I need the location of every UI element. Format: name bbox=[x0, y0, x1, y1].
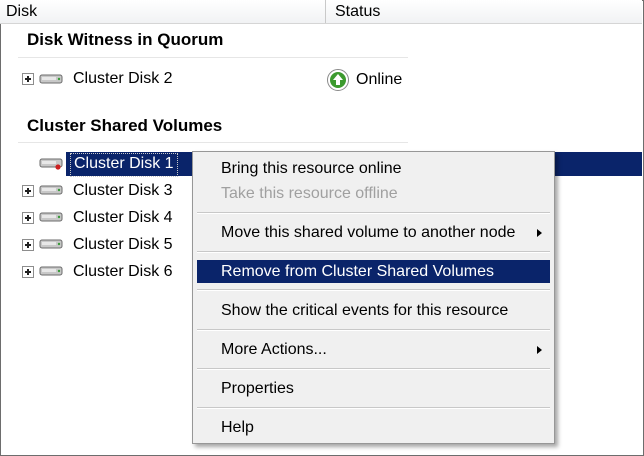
witness-disk-label: Cluster Disk 2 bbox=[73, 70, 173, 87]
expand-icon[interactable] bbox=[22, 73, 34, 85]
online-arrow-icon bbox=[327, 69, 349, 91]
menu-item-help[interactable]: Help bbox=[197, 416, 550, 439]
submenu-arrow-icon bbox=[537, 346, 542, 354]
menu-item-more-actions[interactable]: More Actions... bbox=[197, 338, 550, 361]
group-cluster-shared-volumes: Cluster Shared Volumes bbox=[27, 116, 223, 135]
expand-icon[interactable] bbox=[22, 185, 34, 197]
csv-disk-label: Cluster Disk 3 bbox=[73, 182, 173, 199]
menu-item-show-critical-events[interactable]: Show the critical events for this resour… bbox=[197, 299, 550, 322]
menu-item-remove-from-csv[interactable]: Remove from Cluster Shared Volumes bbox=[197, 260, 550, 283]
disk-drive-icon bbox=[39, 185, 63, 195]
status-text: Online bbox=[356, 71, 403, 88]
menu-separator bbox=[197, 212, 550, 214]
disk-column-header[interactable]: Disk bbox=[0, 0, 326, 23]
column-header: Disk Status bbox=[0, 0, 642, 24]
menu-item-label: Move this shared volume to another node bbox=[221, 224, 516, 241]
menu-separator bbox=[197, 329, 550, 331]
context-menu: Bring this resource online Take this res… bbox=[192, 151, 555, 444]
disk-drive-icon bbox=[39, 239, 63, 249]
csv-disk-label: Cluster Disk 1 bbox=[70, 153, 178, 177]
menu-item-move-shared-volume[interactable]: Move this shared volume to another node bbox=[197, 221, 550, 244]
group-divider bbox=[18, 142, 408, 143]
expand-icon[interactable] bbox=[22, 266, 34, 278]
menu-item-properties[interactable]: Properties bbox=[197, 377, 550, 400]
group-divider bbox=[18, 57, 408, 58]
submenu-arrow-icon bbox=[537, 229, 542, 237]
status-column-header[interactable]: Status bbox=[326, 0, 642, 23]
menu-separator bbox=[197, 289, 550, 291]
group-disk-witness: Disk Witness in Quorum bbox=[27, 30, 224, 49]
expand-icon[interactable] bbox=[22, 239, 34, 251]
csv-disk-label: Cluster Disk 4 bbox=[73, 209, 173, 226]
disk-drive-icon bbox=[39, 74, 63, 84]
csv-disk-label: Cluster Disk 6 bbox=[73, 263, 173, 280]
expand-icon[interactable] bbox=[22, 212, 34, 224]
disk-drive-warning-icon bbox=[39, 158, 63, 170]
disk-drive-icon bbox=[39, 212, 63, 222]
menu-item-take-offline: Take this resource offline bbox=[221, 185, 398, 202]
csv-disk-label: Cluster Disk 5 bbox=[73, 236, 173, 253]
menu-separator bbox=[197, 407, 550, 409]
tree-row-witness-disk[interactable]: Cluster Disk 2 bbox=[22, 68, 622, 92]
disk-drive-icon bbox=[39, 266, 63, 276]
menu-item-bring-online[interactable]: Bring this resource online bbox=[197, 157, 550, 180]
menu-separator bbox=[197, 251, 550, 253]
menu-item-label: More Actions... bbox=[221, 341, 327, 358]
menu-separator bbox=[197, 368, 550, 370]
